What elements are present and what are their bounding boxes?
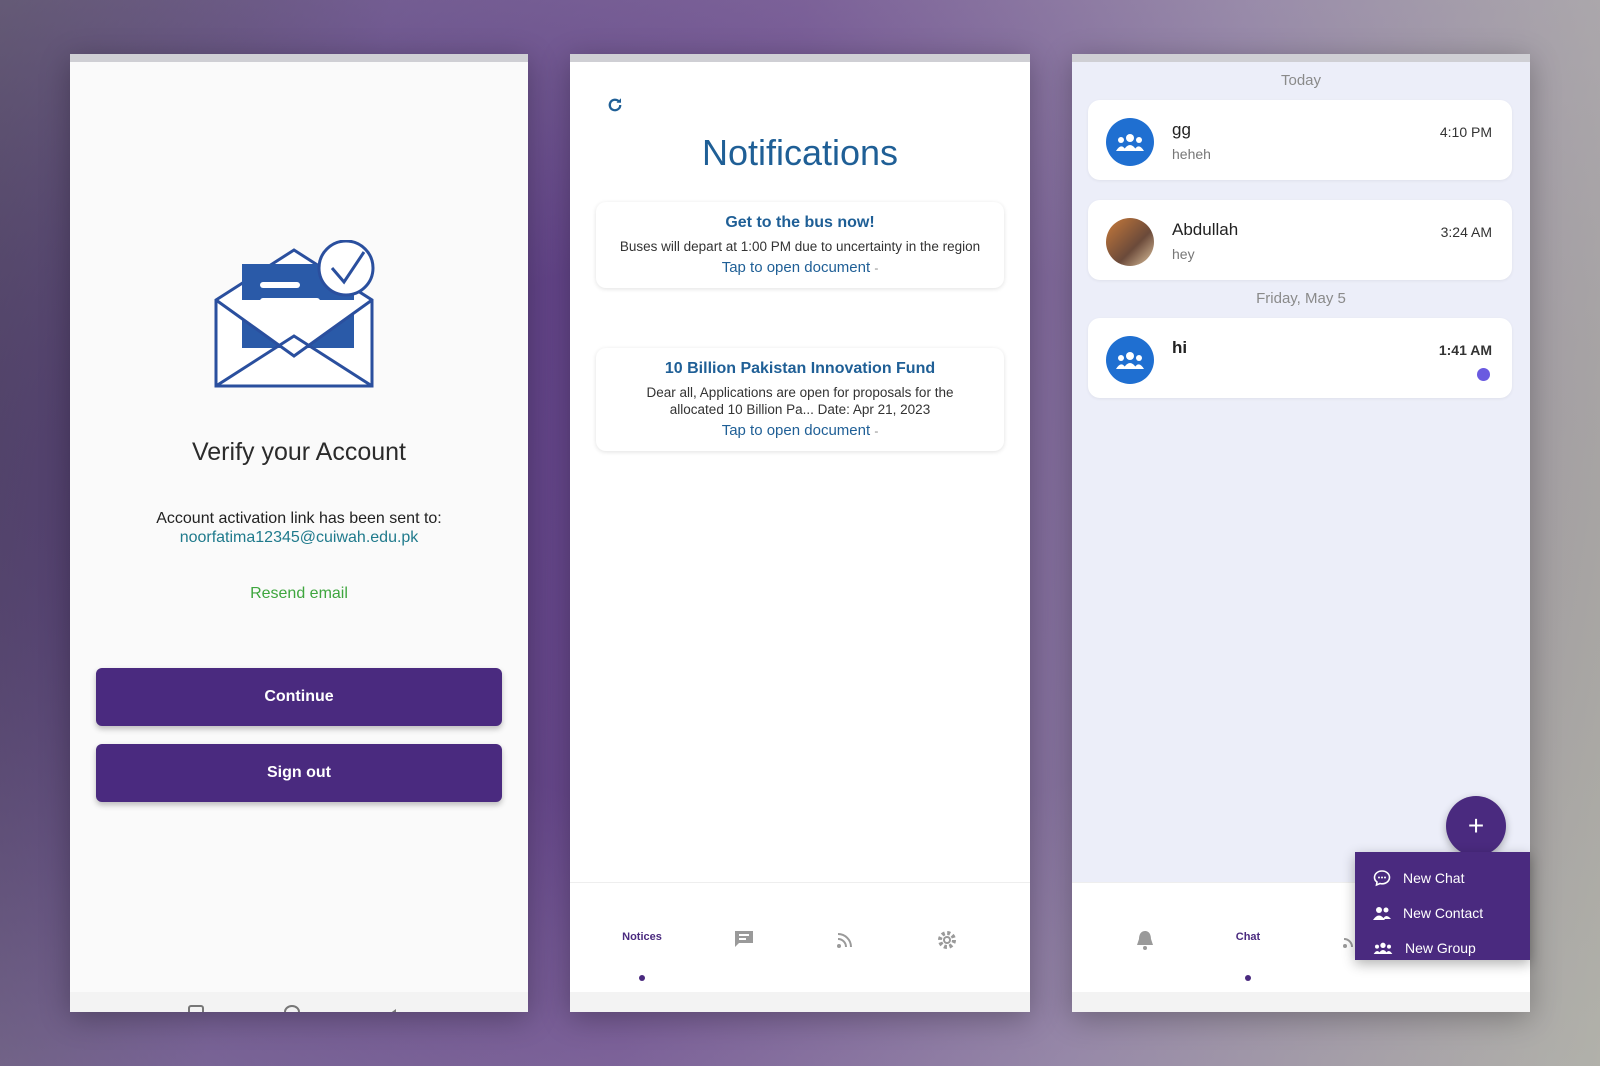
refresh-icon[interactable] xyxy=(606,96,624,114)
chat-time: 3:24 AM xyxy=(1440,224,1492,240)
last-message: hey xyxy=(1172,246,1195,262)
open-document-link[interactable]: Tap to open document - xyxy=(618,259,982,276)
chat-time: 1:41 AM xyxy=(1438,342,1492,358)
group-icon xyxy=(1373,942,1393,954)
group-icon xyxy=(1116,134,1144,151)
settings-icon[interactable] xyxy=(936,929,958,951)
tab-chat[interactable]: Chat xyxy=(1218,931,1278,943)
notice-title: Get to the bus now! xyxy=(725,214,875,231)
email-verified-illustration xyxy=(214,240,375,388)
fab-menu: New Chat New Contact New Group xyxy=(1355,852,1530,960)
unread-indicator xyxy=(1477,368,1490,381)
date-separator: Today xyxy=(1280,72,1322,89)
tab-notices[interactable]: Notices xyxy=(612,931,672,943)
add-fab-button[interactable]: + xyxy=(1446,796,1506,856)
status-bar xyxy=(1072,54,1530,62)
date-separator: Friday, May 5 xyxy=(1256,290,1346,307)
notifications-screen: Notifications Get to the bus now! Buses … xyxy=(570,54,1030,1012)
contact-icon xyxy=(1373,906,1391,920)
system-nav-bar xyxy=(70,992,528,1012)
group-avatar xyxy=(1106,336,1154,384)
rss-icon[interactable] xyxy=(1342,931,1354,949)
recents-icon[interactable] xyxy=(188,1005,204,1012)
verify-account-screen: Verify your Account Account activation l… xyxy=(70,54,528,1012)
chat-time: 4:10 PM xyxy=(1439,124,1492,140)
group-avatar xyxy=(1106,118,1154,166)
bell-icon[interactable] xyxy=(1134,929,1156,951)
page-title: Verify your Account xyxy=(191,438,406,466)
status-bar xyxy=(570,54,1030,62)
active-tab-indicator xyxy=(1245,975,1251,981)
resend-email-link[interactable]: Resend email xyxy=(70,585,528,603)
activation-info-text: Account activation link has been sent to… xyxy=(156,510,442,527)
new-contact-menu-item[interactable]: New Contact xyxy=(1355,895,1530,930)
chat-name: Abdullah xyxy=(1172,220,1239,239)
active-tab-indicator xyxy=(639,975,645,981)
sign-out-button[interactable]: Sign out xyxy=(96,744,502,802)
email-address: noorfatima12345@cuiwah.edu.pk xyxy=(179,529,419,546)
notice-body: Buses will depart at 1:00 PM due to unce… xyxy=(619,239,981,254)
last-message: heheh xyxy=(1172,146,1211,162)
chat-bubble-icon xyxy=(1373,869,1391,886)
new-group-menu-item[interactable]: New Group xyxy=(1355,930,1530,965)
open-document-link[interactable]: Tap to open document - xyxy=(618,422,982,439)
system-nav-bar xyxy=(570,992,1030,1012)
chat-list-item[interactable]: hi 1:41 AM xyxy=(1088,318,1512,398)
home-icon[interactable] xyxy=(284,1005,300,1012)
page-title: Notifications xyxy=(701,132,899,173)
chat-name: gg xyxy=(1172,120,1191,139)
rss-icon[interactable] xyxy=(836,931,854,949)
chat-list-item[interactable]: Abdullah hey 3:24 AM xyxy=(1088,200,1512,280)
back-icon[interactable] xyxy=(382,1009,396,1012)
notice-card[interactable]: 10 Billion Pakistan Innovation Fund Dear… xyxy=(596,348,1004,451)
continue-button[interactable]: Continue xyxy=(96,668,502,726)
new-chat-menu-item[interactable]: New Chat xyxy=(1355,860,1530,895)
status-bar xyxy=(70,54,528,62)
avatar xyxy=(1106,218,1154,266)
chat-name: hi xyxy=(1172,338,1188,357)
system-nav-bar xyxy=(1072,992,1530,1012)
chat-icon[interactable] xyxy=(733,929,755,949)
bottom-navigation: Notices xyxy=(570,882,1030,992)
notice-title: 10 Billion Pakistan Innovation Fund xyxy=(664,360,936,377)
group-icon xyxy=(1116,352,1144,369)
chat-list-item[interactable]: gg heheh 4:10 PM xyxy=(1088,100,1512,180)
notice-card[interactable]: Get to the bus now! Buses will depart at… xyxy=(596,202,1004,288)
notice-body: Dear all, Applications are open for prop… xyxy=(646,385,954,417)
